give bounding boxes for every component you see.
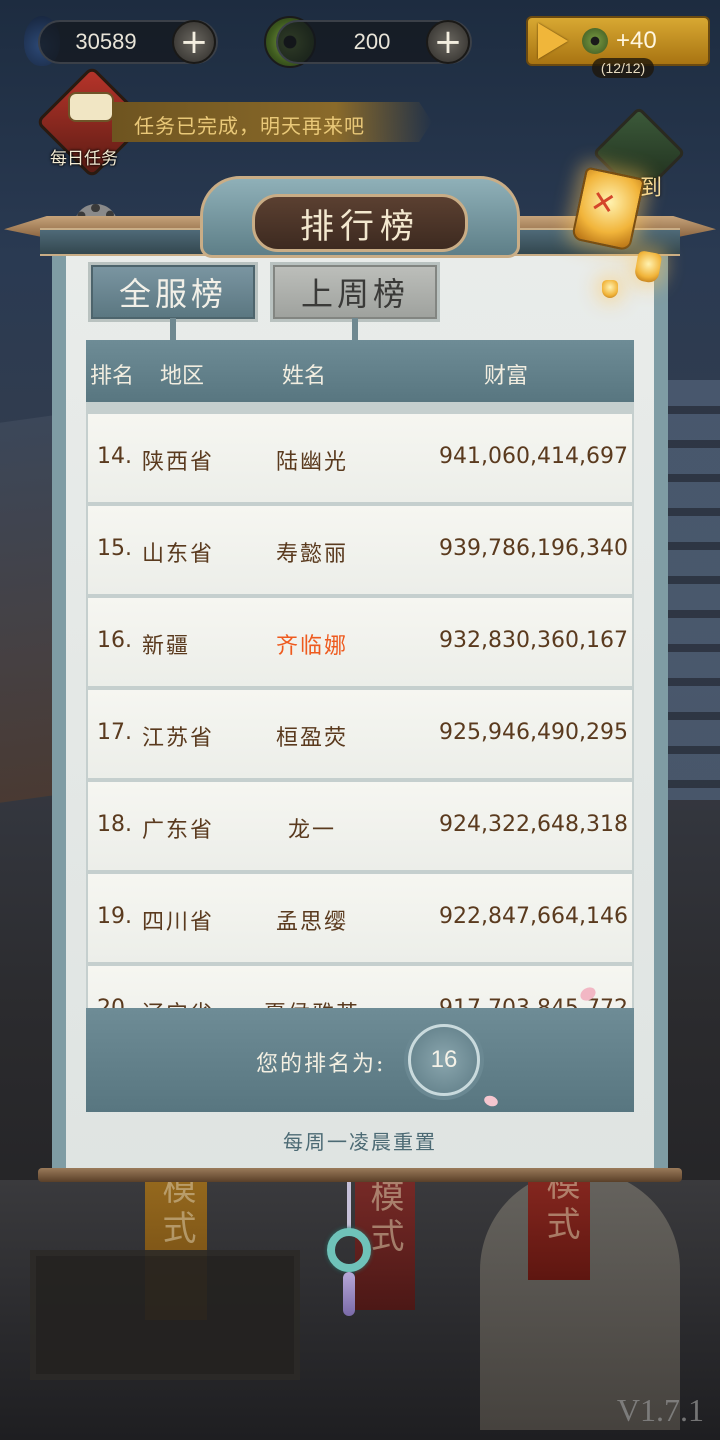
row-name: 寿懿丽 (275, 542, 348, 567)
spirit-value: 30589 (75, 29, 137, 54)
background-roof-right (660, 380, 720, 800)
my-rank-badge: 16 (408, 1024, 480, 1096)
row-name: 夏侯雅英 (258, 996, 366, 1008)
tab-pin (170, 318, 176, 340)
task-status-text: 任务已完成，明天再来吧 (134, 114, 365, 138)
row-region: 山东省 (142, 542, 215, 567)
scroll-icon (68, 92, 114, 122)
add-coins-button[interactable]: + (426, 20, 470, 64)
tab-all-server[interactable]: 全服榜 (88, 262, 258, 322)
column-region: 地区 (160, 364, 205, 389)
column-wealth: 财富 (484, 364, 529, 389)
spirit-counter: 30589 + (38, 20, 218, 64)
table-header: 排名 地区 姓名 财富 (86, 340, 634, 402)
row-region: 辽宁省 (142, 996, 214, 1008)
table-row: 19. 四川省 孟思缨 922,847,664,146 (88, 874, 632, 962)
leaderboard-list[interactable]: 14. 陕西省 陆幽光 941,060,414,697 15. 山东省 寿懿丽 … (86, 402, 634, 1008)
jade-pendant-icon (327, 1228, 371, 1272)
row-rank: 17. (97, 720, 132, 745)
table-row: 15. 山东省 寿懿丽 939,786,196,340 (88, 506, 632, 594)
table-row: 20. 辽宁省 夏侯雅英 917,703,845,772 (88, 966, 632, 1008)
row-region: 江苏省 (142, 726, 215, 751)
play-icon (538, 23, 568, 59)
table-row: 14. 陕西省 陆幽光 941,060,414,697 (88, 414, 632, 502)
column-rank: 排名 (90, 364, 135, 389)
row-region: 四川省 (142, 910, 215, 935)
pendant-tassel (343, 1272, 355, 1316)
panel-bottom-rod (38, 1168, 682, 1182)
version-label: V1.7.1 (616, 1392, 704, 1428)
video-reward-amount: +40 (616, 27, 657, 54)
row-wealth: 939,786,196,340 (439, 536, 628, 561)
row-name: 桓盈荧 (275, 726, 348, 751)
row-rank: 19. (97, 904, 132, 929)
row-wealth: 917,703,845,772 (439, 996, 628, 1008)
row-name: 龙一 (287, 818, 336, 843)
video-reward-count: (12/12) (592, 58, 654, 78)
table-row: 18. 广东省 龙一 924,322,648,318 (88, 782, 632, 870)
row-rank: 18. (97, 812, 132, 837)
column-name: 姓名 (282, 364, 327, 389)
row-name: 齐临娜 (275, 634, 348, 659)
row-rank: 14. (97, 444, 132, 469)
background-board (30, 1250, 300, 1380)
row-wealth: 932,830,360,167 (439, 628, 628, 653)
row-region: 新疆 (142, 634, 191, 659)
row-wealth: 924,322,648,318 (439, 812, 628, 837)
leaderboard-title: 排行榜 (252, 194, 468, 252)
coin-value: 200 (353, 29, 391, 54)
weekly-reset-note: 每周一凌晨重置 (283, 1130, 437, 1154)
coin-icon (582, 28, 608, 54)
daily-task-label: 每日任务 (50, 149, 118, 169)
pendant-string (347, 1182, 351, 1230)
add-spirit-button[interactable]: + (172, 20, 216, 64)
row-name: 陆幽光 (275, 450, 348, 475)
row-rank: 16. (97, 628, 132, 653)
tab-pin (352, 318, 358, 340)
row-wealth: 925,946,490,295 (439, 720, 628, 745)
row-region: 陕西省 (142, 450, 215, 475)
lantern-decoration (602, 280, 618, 298)
table-row: 17. 江苏省 桓盈荧 925,946,490,295 (88, 690, 632, 778)
row-rank: 15. (97, 536, 132, 561)
my-rank-label: 您的排名为: (256, 1052, 386, 1077)
row-rank: 20. (97, 996, 132, 1008)
tab-last-week[interactable]: 上周榜 (270, 262, 440, 322)
table-row-current-user: 16. 新疆 齐临娜 932,830,360,167 (88, 598, 632, 686)
row-name: 孟思缨 (275, 910, 348, 935)
coin-counter: 200 + (276, 20, 472, 64)
row-wealth: 922,847,664,146 (439, 904, 628, 929)
row-region: 广东省 (142, 818, 215, 843)
banner-left-text: 模式 (156, 1170, 196, 1250)
row-wealth: 941,060,414,697 (439, 444, 628, 469)
